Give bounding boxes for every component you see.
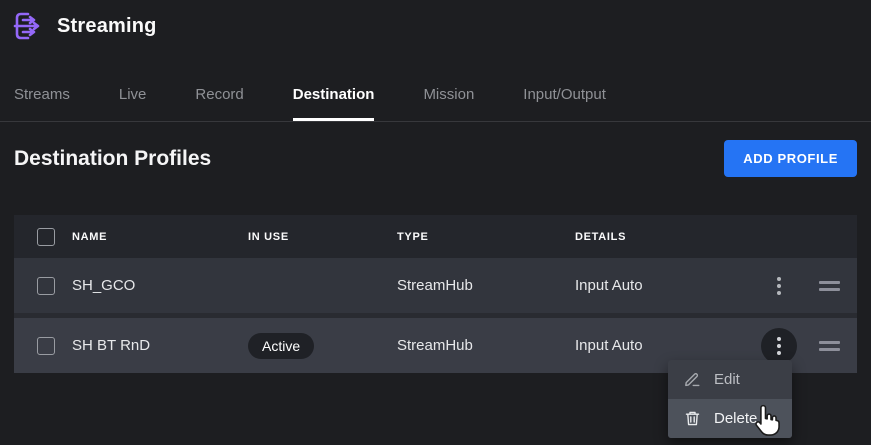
select-row-checkbox[interactable] (37, 337, 55, 355)
status-badge: Active (248, 333, 314, 359)
add-profile-button[interactable]: ADD PROFILE (724, 140, 857, 177)
tab-live[interactable]: Live (119, 86, 147, 121)
pencil-icon (684, 371, 701, 388)
tab-destination[interactable]: Destination (293, 86, 375, 121)
page-title: Streaming (57, 15, 157, 38)
app-header: Streaming (10, 8, 157, 44)
profile-name: SH BT RnD (72, 337, 248, 354)
column-header-in-use: IN USE (248, 231, 397, 243)
column-header-name: NAME (72, 231, 248, 243)
table-header-row: NAME IN USE TYPE DETAILS (14, 215, 857, 258)
tab-input-output[interactable]: Input/Output (523, 86, 606, 121)
destination-profiles-table: NAME IN USE TYPE DETAILS SH_GCO StreamHu… (14, 215, 857, 373)
row-menu-kebab-icon[interactable] (761, 328, 797, 364)
row-context-menu: Edit Delete (668, 360, 792, 438)
profile-type: StreamHub (397, 277, 575, 294)
column-header-type: TYPE (397, 231, 575, 243)
menu-item-edit[interactable]: Edit (668, 360, 792, 399)
drag-handle-icon[interactable] (819, 281, 840, 291)
table-row: SH_GCO StreamHub Input Auto (14, 258, 857, 313)
select-row-checkbox[interactable] (37, 277, 55, 295)
select-all-checkbox[interactable] (37, 228, 55, 246)
tab-mission[interactable]: Mission (423, 86, 474, 121)
stream-output-icon (10, 8, 44, 44)
menu-item-delete[interactable]: Delete (668, 399, 792, 438)
menu-item-label: Delete (714, 410, 757, 427)
profile-name: SH_GCO (72, 277, 248, 294)
profile-type: StreamHub (397, 337, 575, 354)
row-menu-kebab-icon[interactable] (761, 268, 797, 304)
column-header-details: DETAILS (575, 231, 757, 243)
menu-item-label: Edit (714, 371, 740, 388)
section-title: Destination Profiles (14, 147, 211, 171)
profile-details: Input Auto (575, 337, 757, 354)
tabs-divider (0, 121, 871, 122)
tab-bar: Streams Live Record Destination Mission … (14, 86, 606, 121)
tab-record[interactable]: Record (195, 86, 243, 121)
trash-icon (684, 410, 701, 427)
section-header: Destination Profiles ADD PROFILE (14, 140, 857, 177)
profile-details: Input Auto (575, 277, 757, 294)
drag-handle-icon[interactable] (819, 341, 840, 351)
tab-streams[interactable]: Streams (14, 86, 70, 121)
